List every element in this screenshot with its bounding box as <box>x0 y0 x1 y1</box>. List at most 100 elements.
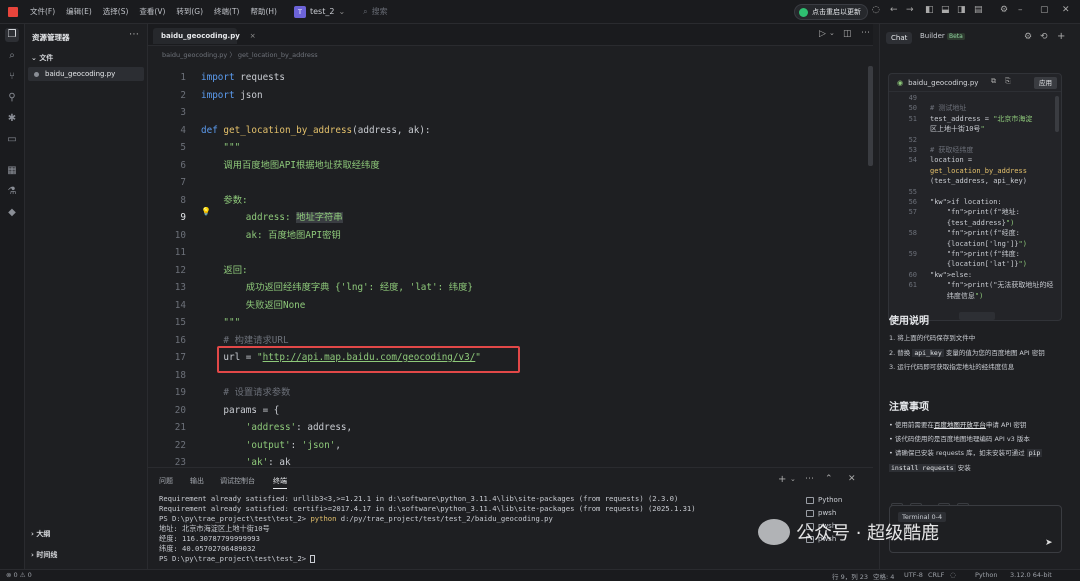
code-line[interactable]: 4 def get_location_by_address(address, ak… <box>148 122 873 140</box>
menu-item[interactable]: 帮助(H) <box>250 6 277 17</box>
menu-item[interactable]: 终端(T) <box>214 6 239 17</box>
more-icon[interactable]: ⋯ <box>861 28 870 38</box>
close-tab-icon[interactable]: × <box>250 32 256 40</box>
menu-item[interactable]: 编辑(E) <box>66 6 92 17</box>
code-line[interactable]: 11 <box>148 244 873 262</box>
problems-count[interactable]: ⊗ 0 ⚠ 0 <box>6 571 32 579</box>
new-chat-icon[interactable]: + <box>1057 31 1065 42</box>
editor-tabs: baidu_geocoding.py × ▷ ⌄ ◫ ⋯ <box>148 24 873 46</box>
encoding[interactable]: UTF-8 <box>904 571 923 579</box>
terminal-session[interactable]: pwsh <box>806 509 872 517</box>
folder-header[interactable]: ⌄ 文件 <box>31 53 53 63</box>
chevron-down-icon[interactable]: ⌄ <box>790 475 796 483</box>
code-line[interactable]: 1 import requests <box>148 69 873 87</box>
insert-icon[interactable]: ⎘ <box>1005 77 1011 86</box>
code-line[interactable]: 13 成功返回经纬度字典 {'lng': 经度, 'lat': 纬度} <box>148 279 873 297</box>
search-icon[interactable]: ⌕ <box>5 49 19 63</box>
timeline-section[interactable]: › 时间线 <box>31 550 57 560</box>
code-line[interactable]: 3 <box>148 104 873 122</box>
toggle-sidebar-icon[interactable]: ◧ <box>925 5 934 15</box>
code-line[interactable]: 23 'ak': ak <box>148 454 873 467</box>
tab-debug-console[interactable]: 调试控制台 <box>220 476 255 486</box>
indent-setting[interactable]: 空格: 4 <box>873 571 894 581</box>
send-icon[interactable]: ➤ <box>1045 538 1053 548</box>
toggle-chat-icon[interactable]: ◨ <box>957 5 966 15</box>
chat-icon[interactable]: ▭ <box>5 133 19 147</box>
code-line[interactable]: 20 params = { <box>148 402 873 420</box>
tab-builder[interactable]: Builder Beta <box>920 32 965 40</box>
code-line[interactable]: 22 'output': 'json', <box>148 437 873 455</box>
code-line[interactable]: 9 address: 地址字符串 <box>148 209 873 227</box>
line-ending[interactable]: CRLF <box>928 571 944 579</box>
update-button[interactable]: 点击重启以更新 <box>794 4 868 20</box>
language-mode[interactable]: Python <box>975 571 998 579</box>
code-line[interactable]: 21 'address': address, <box>148 419 873 437</box>
file-item[interactable]: baidu_geocoding.py <box>28 67 144 81</box>
source-control-icon[interactable]: ⑂ <box>5 70 19 84</box>
breadcrumb[interactable]: baidu_geocoding.py 〉 get_location_by_add… <box>162 49 318 59</box>
apply-button[interactable]: 应用 <box>1034 77 1057 89</box>
code-line[interactable]: 2 import json <box>148 87 873 105</box>
code-line[interactable]: 6 调用百度地图API根据地址获取经纬度 <box>148 157 873 175</box>
extensions-icon[interactable]: ⚲ <box>5 91 19 105</box>
run-icon[interactable]: ▷ <box>819 29 826 39</box>
chat-settings-icon[interactable]: ⚙ <box>1024 32 1032 42</box>
split-editor-icon[interactable]: ◫ <box>843 29 852 39</box>
cursor-position[interactable]: 行 9，列 23 <box>832 571 868 581</box>
code-line[interactable]: 12 返回: <box>148 262 873 280</box>
code-editor[interactable]: 1 import requests 2 import json 3 4 def get_lo… <box>148 64 873 467</box>
collapse-handle[interactable] <box>959 312 995 320</box>
menu-item[interactable]: 查看(V) <box>139 6 165 17</box>
close-panel-icon[interactable]: ✕ <box>848 474 856 484</box>
close-icon[interactable]: ✕ <box>1062 5 1070 15</box>
menu-item[interactable]: 文件(F) <box>30 6 55 17</box>
snippet-line-code: "fn">print(f"地址: <box>946 208 1020 217</box>
tab-terminal[interactable]: 终端 <box>273 476 287 489</box>
code-line[interactable]: 14 失败返回None <box>148 297 873 315</box>
terminal-session[interactable]: Python <box>806 496 872 504</box>
test-icon[interactable]: ⚗ <box>5 185 19 199</box>
explorer-icon[interactable]: ❐ <box>5 28 19 42</box>
more-icon[interactable]: ⋯ <box>805 474 814 484</box>
toggle-panel-icon[interactable]: ⬓ <box>941 5 950 15</box>
interpreter-version[interactable]: 3.12.0 64-bit <box>1010 571 1052 579</box>
tab-problems[interactable]: 问题 <box>159 476 173 486</box>
line-number: 12 <box>174 264 186 276</box>
bell-icon[interactable]: ◌ <box>950 571 956 579</box>
code-line[interactable]: 8 参数: <box>148 192 873 210</box>
file-name: baidu_geocoding.py <box>45 70 116 78</box>
bell-icon[interactable]: ◌ <box>872 5 880 15</box>
history-icon[interactable]: ⟲ <box>1040 32 1048 42</box>
menu-item[interactable]: 选择(S) <box>103 6 129 17</box>
settings-icon[interactable]: ⚙ <box>1000 5 1008 15</box>
debug-icon[interactable]: ✱ <box>5 112 19 126</box>
grid-icon[interactable]: ▦ <box>5 164 19 178</box>
tab-chat[interactable]: Chat <box>886 32 913 44</box>
maximize-icon[interactable]: ▢ <box>1040 5 1049 15</box>
lightbulb-icon[interactable]: 💡 <box>201 207 211 216</box>
menu-item[interactable]: 转到(G) <box>176 6 203 17</box>
snippet-scrollbar[interactable] <box>1055 96 1059 132</box>
layout-icon[interactable]: ▤ <box>974 5 983 15</box>
tab-baidu-geocoding[interactable]: baidu_geocoding.py × <box>153 28 256 44</box>
chevron-down-icon[interactable]: ⌄ <box>829 29 835 37</box>
minimize-icon[interactable]: – <box>1018 5 1023 15</box>
code-line[interactable]: 7 <box>148 174 873 192</box>
code-line[interactable]: 5 """ <box>148 139 873 157</box>
editor-scrollbar[interactable] <box>868 66 873 166</box>
maximize-panel-icon[interactable]: ⌃ <box>825 474 833 484</box>
copy-icon[interactable]: ⧉ <box>991 77 996 86</box>
docker-icon[interactable]: ◆ <box>5 206 19 220</box>
outline-section[interactable]: › 大纲 <box>31 529 50 539</box>
search-box[interactable]: ⌕ 搜索 <box>363 6 387 17</box>
more-icon[interactable]: ⋯ <box>129 29 139 40</box>
tab-output[interactable]: 输出 <box>190 476 204 486</box>
code-line[interactable]: 19 # 设置请求参数 <box>148 384 873 402</box>
code-line[interactable]: 15 """ <box>148 314 873 332</box>
back-icon[interactable]: ← <box>890 5 898 15</box>
add-terminal-icon[interactable]: + <box>778 474 786 485</box>
project-switcher[interactable]: T test_2 ⌄ <box>293 5 345 18</box>
forward-icon[interactable]: → <box>906 5 914 15</box>
code-line[interactable]: 10 ak: 百度地图API密钥 <box>148 227 873 245</box>
code-text: def get_location_by_address(address, ak)… <box>201 124 431 136</box>
